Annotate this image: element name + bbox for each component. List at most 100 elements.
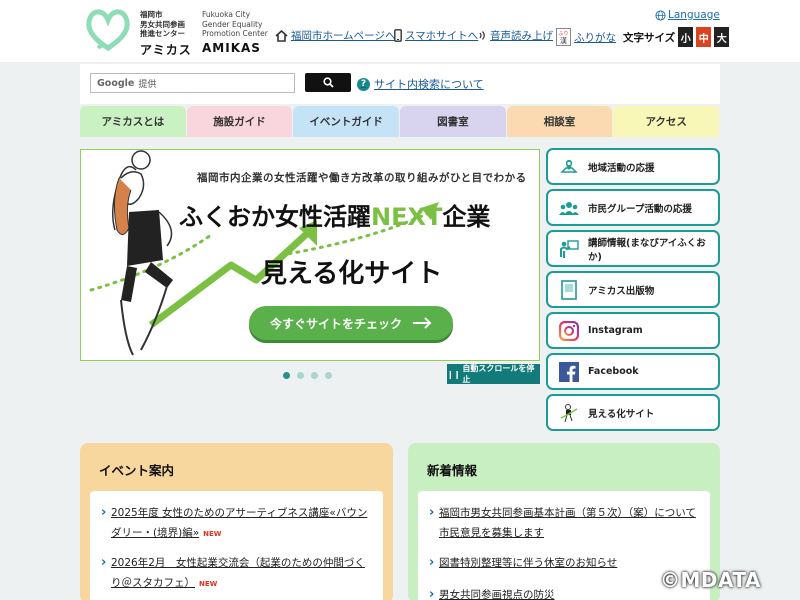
side-menu-lecturer[interactable]: 講師情報(まなびアイふくおか): [546, 230, 720, 267]
nav-tab-about[interactable]: アミカスとは: [80, 106, 186, 137]
side-menu-instagram[interactable]: Instagram: [546, 312, 720, 349]
carousel-dot-2[interactable]: [297, 372, 304, 379]
help-icon: ?: [357, 77, 370, 91]
logo-en-text: Fukuoka City Gender Equality Promotion C…: [202, 10, 268, 39]
sound-icon: [479, 31, 485, 40]
globe-icon: [655, 9, 666, 21]
carousel-dots: [283, 372, 332, 379]
hero-title-part2: 企業: [442, 203, 491, 231]
language-link[interactable]: Language: [655, 9, 720, 21]
side-menu-groups[interactable]: 市民グループ活動の応援: [546, 189, 720, 226]
global-nav: アミカスとは 施設ガイド イベントガイド 図書室 相談室 アクセス: [80, 106, 720, 137]
autoscroll-label: 自動スクロールを停止: [462, 364, 535, 384]
logo-en-line-3: Promotion Center: [202, 29, 268, 38]
hero-title-next: NEXT: [371, 203, 443, 231]
news-link-3[interactable]: 男女共同参画視点の防災: [439, 589, 555, 600]
nav-tab-consultation[interactable]: 相談室: [506, 106, 613, 137]
carousel-dot-3[interactable]: [311, 372, 318, 379]
list-item: 2025年度 女性のためのアサーティブネス講座«バウンダリー・(境界)編»NEW: [101, 503, 371, 544]
pause-icon: ❙❙: [447, 369, 461, 379]
hero-cta-button[interactable]: 今すぐサイトをチェック: [249, 306, 453, 340]
hero-banner[interactable]: 福岡市内企業の女性活躍や働き方改革の取り組みがひと目でわかる ふくおか女性活躍N…: [80, 149, 540, 361]
side-menu-groups-label: 市民グループ活動の応援: [588, 203, 692, 215]
smartphone-link-label: スマホサイトへ: [405, 30, 479, 42]
carousel-dot-4[interactable]: [325, 372, 332, 379]
events-list: 2025年度 女性のためのアサーティブネス講座«バウンダリー・(境界)編»NEW…: [90, 491, 383, 600]
side-menu-community[interactable]: 地域活動の応援: [546, 148, 720, 185]
logo-jp-line-1: 福岡市: [140, 10, 163, 19]
side-menu-instagram-label: Instagram: [588, 325, 643, 336]
font-size-large-button[interactable]: 大: [714, 27, 730, 47]
search-input[interactable]: Google 提供: [90, 73, 295, 93]
hero-cta-label: 今すぐサイトをチェック: [269, 316, 402, 331]
events-panel: イベント案内 2025年度 女性のためのアサーティブネス講座«バウンダリー・(境…: [80, 443, 393, 600]
new-badge: NEW: [199, 580, 218, 588]
nav-tab-access[interactable]: アクセス: [613, 106, 720, 137]
nav-tab-library[interactable]: 図書室: [400, 106, 506, 137]
watermark: ©MDATA: [660, 568, 761, 592]
side-menu-facebook-label: Facebook: [588, 366, 639, 377]
news-title: 新着情報: [427, 463, 478, 478]
hero-title: ふくおか女性活躍NEXT企業: [179, 197, 490, 232]
list-item: 福岡市男女共同参画基本計画（第５次）（案）について市民意見を募集します: [429, 503, 698, 543]
facebook-icon: [558, 361, 580, 383]
furigana-link[interactable]: ふり漢 ふりがな: [556, 28, 616, 46]
map-pin-icon: [558, 156, 580, 178]
hero-tagline: 福岡市内企業の女性活躍や働き方改革の取り組みがひと目でわかる: [197, 172, 527, 184]
font-size-label: 文字サイズ: [623, 31, 676, 44]
side-menu-mieruka[interactable]: 見える化サイト: [546, 394, 720, 431]
svg-text:漢: 漢: [560, 36, 567, 45]
side-menu-mieruka-label: 見える化サイト: [588, 408, 655, 420]
side-menu-community-label: 地域活動の応援: [588, 162, 655, 174]
autoscroll-stop-button[interactable]: ❙❙ 自動スクロールを停止: [447, 364, 540, 384]
furigana-icon: ふり漢: [556, 28, 571, 46]
search-about-link[interactable]: ? サイト内検索について: [357, 76, 484, 92]
font-size-small-button[interactable]: 小: [678, 27, 694, 47]
search-about-label: サイト内検索について: [374, 78, 484, 91]
site-header: 福岡市 男女共同参画 推進センター Fukuoka City Gender Eq…: [0, 0, 800, 62]
carousel-dot-1[interactable]: [283, 372, 290, 379]
side-menu-facebook[interactable]: Facebook: [546, 353, 720, 390]
font-size-medium-button[interactable]: 中: [696, 27, 712, 47]
smartphone-icon: [394, 29, 402, 42]
events-title: イベント案内: [99, 463, 175, 478]
nav-tab-events[interactable]: イベントガイド: [293, 106, 400, 137]
smartphone-site-link[interactable]: スマホサイトへ: [394, 28, 478, 43]
voice-reading-link[interactable]: 音声読み上げ: [479, 28, 553, 43]
logo-name-jp: アミカス: [140, 43, 192, 57]
amikas-logo-icon: [86, 9, 130, 52]
logo-en-line-1: Fukuoka City: [202, 10, 251, 19]
new-badge: NEW: [203, 530, 222, 538]
side-menu-publications[interactable]: アミカス出版物: [546, 271, 720, 308]
side-menu-lecturer-label: 講師情報(まなびアイふくおか): [588, 237, 706, 263]
list-item: 2026年2月 女性起業交流会（起業のための仲間づくり＠スタカフェ）NEW: [101, 553, 371, 594]
logo-en-line-2: Gender Equality: [202, 19, 263, 29]
woman-figure-icon: [558, 402, 580, 424]
book-icon: [558, 279, 580, 301]
side-menu-publications-label: アミカス出版物: [588, 285, 655, 297]
event-link-1[interactable]: 2025年度 女性のためのアサーティブネス講座«バウンダリー・(境界)編»: [111, 507, 367, 539]
news-link-1[interactable]: 福岡市男女共同参画基本計画（第５次）（案）について市民意見を募集します: [439, 507, 696, 539]
nav-tab-facility[interactable]: 施設ガイド: [186, 106, 293, 137]
list-item: 図書特別整理等に伴う休室のお知らせ: [429, 553, 698, 573]
google-label: Google: [97, 77, 135, 89]
hero-subtitle: 見える化サイト: [261, 259, 443, 289]
logo-name-en: AMIKAS: [202, 41, 261, 55]
search-bar: Google 提供 ? サイト内検索について: [80, 64, 720, 104]
home-icon: [275, 29, 288, 42]
language-label: Language: [668, 9, 720, 21]
hero-title-part1: ふくおか女性活躍: [179, 203, 371, 231]
lecturer-icon: [558, 238, 580, 260]
list-item: 男女共同参画視点の防災: [429, 585, 698, 600]
site-logo[interactable]: 福岡市 男女共同参画 推進センター Fukuoka City Gender Eq…: [82, 4, 282, 60]
search-button[interactable]: [305, 73, 351, 92]
search-placeholder: 提供: [138, 79, 157, 90]
search-icon: [322, 77, 334, 88]
event-link-2[interactable]: 2026年2月 女性起業交流会（起業のための仲間づくり＠スタカフェ）: [111, 557, 365, 589]
instagram-icon: [558, 320, 580, 342]
font-size-switcher: 文字サイズ 小 中 大: [623, 27, 730, 47]
furigana-link-label: ふりがな: [574, 31, 616, 44]
fukuoka-home-link[interactable]: 福岡市ホームページへ: [275, 28, 395, 43]
logo-jp-line-2: 男女共同参画: [140, 19, 185, 29]
news-link-2[interactable]: 図書特別整理等に伴う休室のお知らせ: [439, 557, 617, 569]
